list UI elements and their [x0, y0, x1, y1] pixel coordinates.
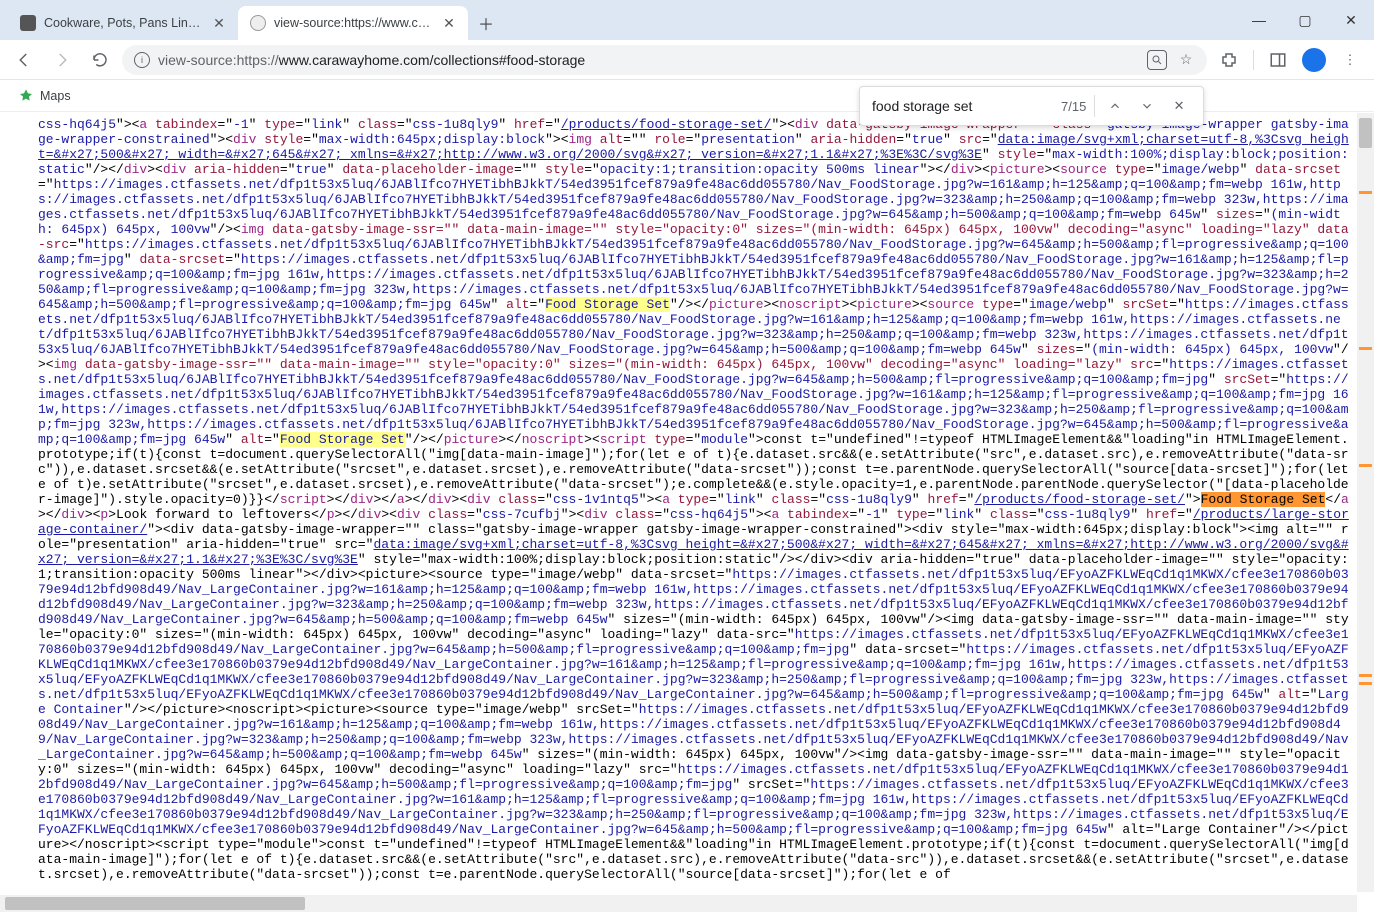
find-prev-button[interactable] [1103, 94, 1127, 118]
reload-icon [91, 51, 109, 69]
tab-1-title: Cookware, Pots, Pans Linens & ... [44, 16, 204, 30]
extensions-button[interactable] [1213, 44, 1245, 76]
tab-1[interactable]: Cookware, Pots, Pans Linens & ... ✕ [8, 6, 238, 40]
reload-button[interactable] [84, 44, 116, 76]
panel-icon [1269, 51, 1287, 69]
toolbar: i view-source:https://www.carawayhome.co… [0, 40, 1374, 80]
find-match: Food Storage Set [280, 432, 405, 447]
site-info-icon[interactable]: i [134, 52, 150, 68]
source-content: css-hq64j5"><a tabindex="-1" type="link"… [0, 113, 1374, 886]
address-text: view-source:https://www.carawayhome.com/… [158, 52, 1139, 68]
favicon-icon [20, 15, 36, 31]
find-marker [1359, 682, 1372, 685]
find-marker [1359, 464, 1372, 467]
window-controls: ― ▢ ✕ [1236, 0, 1374, 40]
find-match-current: Food Storage Set [1201, 492, 1326, 507]
bookmark-maps[interactable]: Maps [12, 84, 77, 108]
find-close-button[interactable]: ✕ [1167, 94, 1191, 118]
chevron-down-icon [1140, 99, 1154, 113]
tab-2-active[interactable]: view-source:https://www.caraw... ✕ [238, 6, 468, 40]
minimize-button[interactable]: ― [1236, 0, 1282, 40]
bookmark-star-icon[interactable]: ☆ [1177, 51, 1195, 69]
arrow-right-icon [53, 51, 71, 69]
close-tab-icon[interactable]: ✕ [442, 16, 456, 30]
find-input[interactable] [872, 98, 1053, 114]
puzzle-icon [1220, 51, 1238, 69]
horizontal-scrollbar[interactable] [0, 895, 1357, 912]
find-in-page-bar: 7/15 ✕ [859, 86, 1204, 126]
source-viewport[interactable]: css-hq64j5"><a tabindex="-1" type="link"… [0, 113, 1374, 912]
chevron-up-icon [1108, 99, 1122, 113]
forward-button[interactable] [46, 44, 78, 76]
separator [1094, 95, 1095, 117]
avatar-icon [1302, 48, 1326, 72]
tab-2-title: view-source:https://www.caraw... [274, 16, 434, 30]
titlebar: Cookware, Pots, Pans Linens & ... ✕ view… [0, 0, 1374, 40]
new-tab-button[interactable]: ＋ [472, 9, 500, 37]
maps-icon [18, 88, 34, 104]
find-marker [1359, 674, 1372, 677]
scrollbar-thumb[interactable] [1359, 118, 1372, 148]
lens-icon[interactable] [1147, 50, 1167, 70]
scrollbar-thumb[interactable] [5, 897, 305, 910]
find-next-button[interactable] [1135, 94, 1159, 118]
find-match: Food Storage Set [545, 297, 670, 312]
globe-icon [250, 15, 266, 31]
arrow-left-icon [15, 51, 33, 69]
find-count: 7/15 [1061, 99, 1086, 114]
menu-button[interactable]: ⋮ [1334, 44, 1366, 76]
back-button[interactable] [8, 44, 40, 76]
separator [1253, 50, 1254, 70]
find-marker [1359, 347, 1372, 350]
vertical-scrollbar[interactable] [1357, 113, 1374, 892]
side-panel-button[interactable] [1262, 44, 1294, 76]
maximize-button[interactable]: ▢ [1282, 0, 1328, 40]
close-tab-icon[interactable]: ✕ [212, 16, 226, 30]
bookmark-label: Maps [40, 89, 71, 103]
close-window-button[interactable]: ✕ [1328, 0, 1374, 40]
find-marker [1359, 191, 1372, 194]
profile-button[interactable] [1298, 44, 1330, 76]
address-bar[interactable]: i view-source:https://www.carawayhome.co… [122, 45, 1207, 75]
